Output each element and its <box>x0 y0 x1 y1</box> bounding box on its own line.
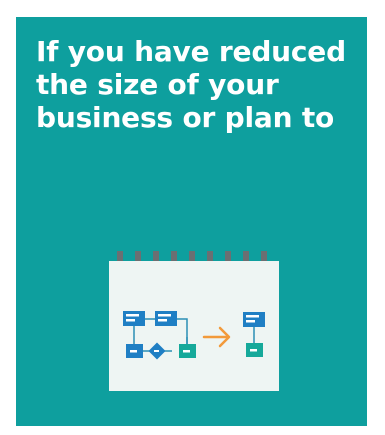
binder-rings <box>117 251 267 261</box>
promo-card: If you have reduced the size of your bus… <box>16 17 367 426</box>
flow-box <box>243 312 265 327</box>
calendar-flowchart-icon <box>109 251 279 391</box>
flow-box <box>123 311 145 326</box>
card-headline: If you have reduced the size of your bus… <box>36 35 346 134</box>
flow-box <box>155 311 177 326</box>
